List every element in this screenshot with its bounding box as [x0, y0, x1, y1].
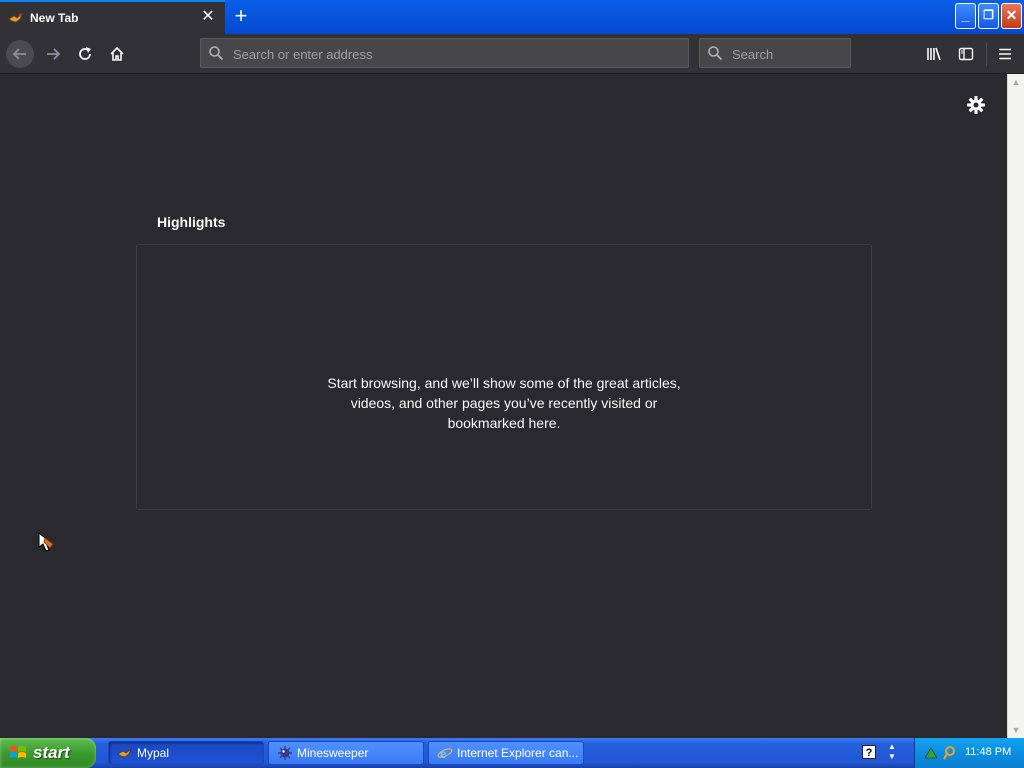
empty-state-line: Start browsing, and we’ll show some of t…: [327, 375, 681, 391]
title-bar: New Tab ✕ + _ ❐ ✕: [0, 0, 1024, 34]
new-tab-page: Highlights Start browsing, and we’ll sho…: [0, 74, 1007, 738]
reload-button[interactable]: [71, 40, 99, 68]
tab-new-tab[interactable]: New Tab ✕: [0, 0, 225, 34]
taskbar-arrows-icon[interactable]: ▲ ▼: [885, 742, 899, 764]
navigation-toolbar: [0, 34, 1024, 74]
empty-state-line: bookmarked here.: [447, 415, 561, 431]
hamburger-menu-icon: [999, 48, 1011, 60]
tab-title: New Tab: [30, 11, 79, 25]
search-input[interactable]: [730, 43, 844, 65]
empty-state-line: videos, and other pages you’ve recently …: [350, 395, 658, 411]
taskbar-item-mypal[interactable]: Mypal: [108, 741, 264, 765]
address-input[interactable]: [231, 43, 675, 65]
search-bar[interactable]: [699, 38, 851, 68]
sidebar-button[interactable]: [952, 40, 980, 68]
search-tray-icon[interactable]: [943, 745, 959, 761]
address-bar[interactable]: [200, 38, 689, 68]
forward-button[interactable]: [39, 40, 67, 68]
close-window-button[interactable]: ✕: [1001, 3, 1022, 29]
windows-logo-icon: [10, 746, 26, 758]
taskbar-item-label: Minesweeper: [297, 746, 369, 760]
minimize-button[interactable]: _: [955, 3, 976, 29]
taskbar-item-label: Mypal: [137, 746, 170, 760]
back-arrow-icon: [12, 48, 26, 60]
system-tray: 11:48 PM: [914, 738, 1024, 768]
clock: 11:48 PM: [965, 746, 1012, 758]
new-tab-button[interactable]: +: [229, 4, 253, 28]
highlights-heading[interactable]: Highlights: [157, 214, 225, 230]
vertical-scrollbar[interactable]: ▲ ▼: [1007, 74, 1024, 738]
restore-button[interactable]: ❐: [978, 3, 999, 29]
menu-button[interactable]: [991, 40, 1019, 68]
scroll-up-icon[interactable]: ▲: [1008, 74, 1024, 90]
forward-arrow-icon: [47, 48, 61, 60]
mypal-icon: [8, 12, 23, 23]
highlights-empty-state: Start browsing, and we’ll show some of t…: [136, 244, 872, 510]
taskbar: start Mypal Minesweeper e Internet Explo…: [0, 738, 1024, 768]
mypal-icon: [117, 747, 132, 758]
start-label: start: [33, 743, 70, 762]
sidebar-icon: [958, 47, 974, 61]
taskbar-item-label: Internet Explorer can...: [457, 746, 579, 760]
minesweeper-icon: [278, 746, 292, 760]
ie-icon: e: [437, 747, 453, 761]
toolbar-separator: [986, 42, 987, 66]
scroll-down-icon[interactable]: ▼: [1008, 722, 1024, 738]
tab-close-icon[interactable]: ✕: [199, 7, 217, 27]
taskbar-item-minesweeper[interactable]: Minesweeper: [268, 741, 424, 765]
back-button[interactable]: [6, 40, 34, 68]
start-button[interactable]: start: [0, 738, 96, 768]
library-icon: [927, 47, 941, 61]
search-icon: [708, 46, 723, 61]
home-icon: [110, 46, 124, 61]
library-button[interactable]: [920, 40, 948, 68]
home-button[interactable]: [103, 40, 131, 68]
network-icon[interactable]: [923, 745, 939, 761]
search-icon: [209, 46, 224, 61]
help-icon[interactable]: ?: [862, 745, 876, 759]
gear-icon[interactable]: [965, 94, 987, 116]
reload-icon: [79, 47, 91, 60]
taskbar-item-internet-explorer[interactable]: e Internet Explorer can...: [428, 741, 584, 765]
empty-state-message: Start browsing, and we’ll show some of t…: [137, 373, 871, 433]
animated-cursor-icon: [38, 531, 54, 552]
